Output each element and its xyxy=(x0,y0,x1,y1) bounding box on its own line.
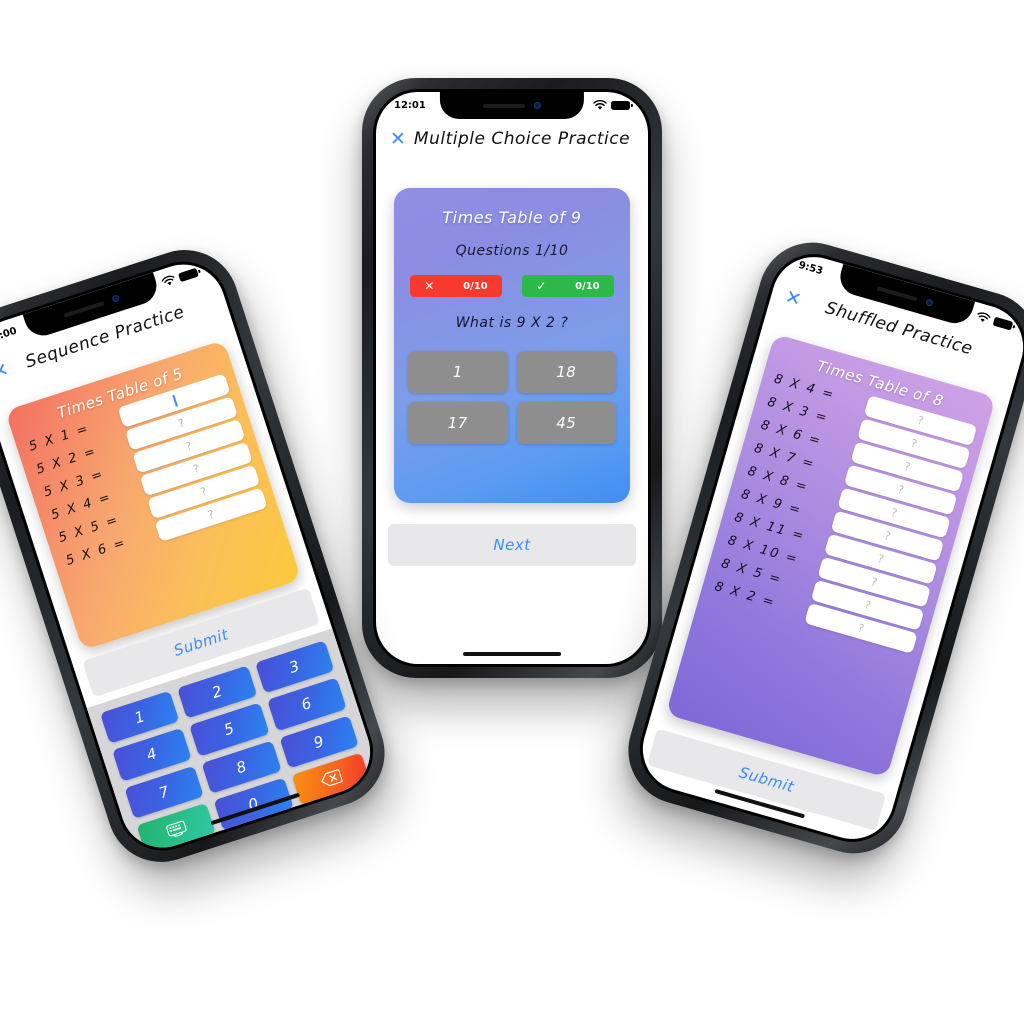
question-text: What is 9 X 2 ? xyxy=(455,315,569,331)
wrong-score-badge: ✕ 0/10 xyxy=(410,275,502,297)
close-x-icon[interactable]: ✕ xyxy=(390,129,406,149)
battery-icon xyxy=(177,267,199,283)
status-bar-indicators xyxy=(975,311,1014,332)
phone-bezel: 12:01 ✕ Multiple Choice Practice Times T… xyxy=(373,89,651,667)
question-counter: Questions 1/10 xyxy=(455,243,569,259)
correct-score-badge: ✓ 0/10 xyxy=(522,275,614,297)
phone-bezel: 12:00 ✕ Sequence Practice Times Table of… xyxy=(0,249,385,863)
keyboard-icon xyxy=(165,820,187,837)
next-button[interactable]: Next xyxy=(388,524,636,566)
wifi-icon xyxy=(161,275,175,286)
correct-score-value: 0/10 xyxy=(575,280,600,292)
screen-sequence-practice: 12:00 ✕ Sequence Practice Times Table of… xyxy=(0,253,381,859)
nav-bar-multiple-choice: ✕ Multiple Choice Practice xyxy=(376,119,648,159)
battery-icon xyxy=(611,101,633,110)
card-title: Times Table of 9 xyxy=(442,208,582,227)
phone-sequence-practice: 12:00 ✕ Sequence Practice Times Table of… xyxy=(0,236,399,876)
status-bar-time: 12:01 xyxy=(394,100,426,111)
page-title: Multiple Choice Practice xyxy=(413,129,631,149)
earpiece-speaker xyxy=(63,300,105,318)
answer-options: 1 18 17 45 xyxy=(408,351,616,444)
front-camera-icon xyxy=(534,102,541,109)
status-bar-time: 12:00 xyxy=(0,325,19,346)
answer-option-button[interactable]: 45 xyxy=(516,402,616,444)
shuffled-card: Times Table of 8 8 X 4 = ? 8 X 3 = ? 8 X… xyxy=(665,333,996,778)
wrong-score-value: 0/10 xyxy=(463,280,488,292)
submit-button-label: Submit xyxy=(171,625,231,660)
status-bar-indicators xyxy=(593,100,633,111)
earpiece-speaker xyxy=(483,103,525,108)
cross-icon: ✕ xyxy=(424,279,435,293)
submit-button-label: Submit xyxy=(737,763,797,797)
close-x-icon[interactable]: ✕ xyxy=(783,285,804,311)
front-camera-icon xyxy=(925,298,935,308)
home-indicator xyxy=(463,651,561,656)
answer-option-button[interactable]: 18 xyxy=(516,351,616,393)
close-x-icon[interactable]: ✕ xyxy=(0,358,11,384)
screen-shuffled-practice: 9:53 ✕ Shuffled Practice Times Table of … xyxy=(632,247,1024,849)
answer-option-button[interactable]: 17 xyxy=(408,402,508,444)
notch xyxy=(439,92,585,119)
check-icon: ✓ xyxy=(536,279,547,293)
wifi-icon xyxy=(977,312,991,322)
earpiece-speaker xyxy=(876,285,919,302)
phone-bezel: 9:53 ✕ Shuffled Practice Times Table of … xyxy=(629,243,1024,853)
phone-multiple-choice: 12:01 ✕ Multiple Choice Practice Times T… xyxy=(362,78,662,678)
mockup-stage: 12:01 ✕ Multiple Choice Practice Times T… xyxy=(0,0,1024,1024)
equation-list: 8 X 4 = ? 8 X 3 = ? 8 X 6 = ? 8 X 7 = ? … xyxy=(710,368,978,654)
next-button-label: Next xyxy=(493,536,531,554)
status-bar-time: 9:53 xyxy=(797,259,825,278)
status-bar-indicators xyxy=(161,267,200,289)
front-camera-icon xyxy=(111,294,121,303)
quiz-card: Times Table of 9 Questions 1/10 ✕ 0/10 ✓… xyxy=(394,188,630,503)
score-row: ✕ 0/10 ✓ 0/10 xyxy=(408,275,616,297)
delete-backspace-icon xyxy=(321,769,343,787)
phone-shuffled-practice: 9:53 ✕ Shuffled Practice Times Table of … xyxy=(615,229,1024,867)
screen-multiple-choice: 12:01 ✕ Multiple Choice Practice Times T… xyxy=(376,92,648,664)
answer-option-button[interactable]: 1 xyxy=(408,351,508,393)
wifi-icon xyxy=(593,100,607,110)
battery-icon xyxy=(992,316,1014,331)
